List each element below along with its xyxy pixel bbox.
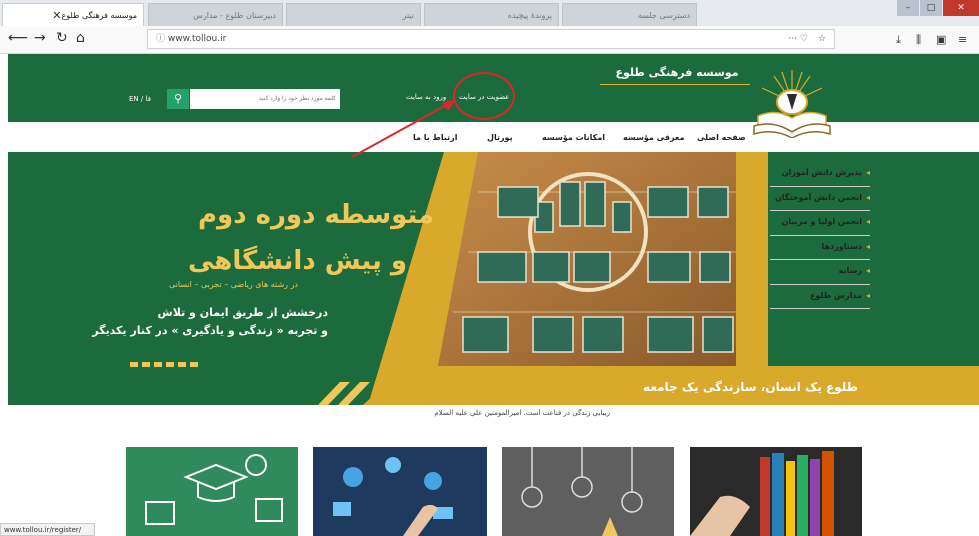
banner-headline-1: متوسطه دوره دوم bbox=[198, 200, 435, 230]
forward-icon[interactable]: → bbox=[34, 30, 46, 46]
side-menu-label: انجمن دانش آموختگان bbox=[774, 192, 862, 202]
quote-caption: زیبایی زندگی در قناعت است. امیرالمومنین … bbox=[434, 409, 610, 417]
address-bar[interactable]: ⓘ www.tollou.ir ··· ♡ ☆ bbox=[147, 29, 835, 49]
chevron-left-icon: ◂ bbox=[865, 192, 870, 202]
side-menu: ◂پذیرش دانش آموزان ◂انجمن دانش آموختگان … bbox=[770, 162, 870, 309]
library-icon[interactable]: ⫼ bbox=[916, 33, 921, 47]
side-menu-item[interactable]: ◂انجمن اولیا و مربیان bbox=[770, 211, 870, 236]
bookmark-star-icon[interactable]: ☆ bbox=[818, 30, 826, 48]
close-window-button[interactable]: ✕ bbox=[943, 0, 979, 16]
close-tab-icon[interactable]: ✕ bbox=[52, 9, 61, 22]
side-menu-item[interactable]: ◂دستاوردها bbox=[770, 236, 870, 260]
minimize-button[interactable]: – bbox=[897, 0, 919, 16]
browser-tab-active[interactable]: ✕ موسسه فرهنگی طلوع bbox=[2, 3, 144, 26]
highlight-circle bbox=[453, 72, 515, 120]
chevron-left-icon: ◂ bbox=[865, 241, 870, 251]
side-menu-label: دستاوردها bbox=[821, 241, 862, 251]
menu-item-portal[interactable]: پورتال bbox=[487, 133, 513, 142]
page-actions-icon[interactable]: ··· ♡ bbox=[788, 30, 808, 48]
download-icon[interactable]: ⤓ bbox=[896, 33, 901, 47]
reload-icon[interactable]: ↻ bbox=[56, 30, 68, 46]
annotation-arrow bbox=[351, 99, 456, 158]
browser-tab[interactable]: پروندهٔ پیچیده bbox=[424, 3, 559, 26]
url-text: www.tollou.ir bbox=[167, 34, 227, 44]
chevron-left-icon: ◂ bbox=[865, 217, 870, 226]
lightbulb-icon bbox=[521, 447, 643, 536]
menu-item-facilities[interactable]: امکانات مؤسسه bbox=[542, 133, 605, 142]
window-controls: – □ ✕ bbox=[896, 0, 979, 18]
side-menu-item[interactable]: ◂انجمن دانش آموختگان bbox=[770, 187, 870, 211]
tab-title: موسسه فرهنگی طلوع bbox=[61, 10, 137, 20]
banner-headline-2: و پیش دانشگاهی bbox=[188, 246, 408, 276]
banner-slogan: طلوع یک انسان، سازندگی یک جامعه bbox=[643, 380, 858, 394]
side-menu-item[interactable]: ◂رسانه bbox=[770, 260, 870, 285]
chevron-left-icon: ◂ bbox=[865, 266, 870, 275]
card-library[interactable] bbox=[690, 447, 862, 536]
card-technology[interactable] bbox=[313, 447, 487, 536]
side-menu-label: پذیرش دانش آموزان bbox=[781, 168, 862, 177]
tab-title: دبیرستان طلوع - مدارس bbox=[193, 10, 276, 20]
banner-fields: در رشته های ریاضی – تجربی – انسانی bbox=[168, 280, 298, 289]
banner-tagline-1: درخشش از طریق ایمان و تلاش bbox=[157, 306, 328, 319]
tab-title: پروندهٔ پیچیده bbox=[507, 10, 552, 20]
chevron-left-icon: ◂ bbox=[865, 168, 870, 177]
language-switch[interactable]: EN / فا bbox=[129, 95, 151, 103]
chevron-left-icon: ◂ bbox=[865, 290, 870, 300]
banner-tagline-2: و تجربه « زندگی و یادگیری » در کنار یکدی… bbox=[92, 324, 328, 337]
side-menu-item[interactable]: ◂مدارس طلوع bbox=[770, 285, 870, 309]
menu-item-about[interactable]: معرفی مؤسسه bbox=[623, 133, 684, 142]
tab-title: تیتر bbox=[402, 10, 414, 20]
books-icon bbox=[690, 451, 834, 536]
sidebar-icon[interactable]: ▣ bbox=[936, 33, 946, 46]
maximize-button[interactable]: □ bbox=[920, 0, 942, 16]
browser-tab[interactable]: دبیرستان طلوع - مدارس bbox=[148, 3, 283, 26]
search-input[interactable] bbox=[190, 89, 340, 109]
card-education[interactable] bbox=[126, 447, 298, 536]
search-button[interactable]: ⚲ bbox=[167, 89, 189, 109]
logo-book-icon[interactable] bbox=[752, 64, 832, 138]
home-icon[interactable]: ⌂ bbox=[76, 30, 85, 46]
tab-title: دسترسی جلسه bbox=[637, 10, 690, 20]
status-bar: www.tollou.ir/register/ bbox=[0, 523, 95, 536]
side-menu-label: مدارس طلوع bbox=[809, 290, 862, 300]
side-menu-item[interactable]: ◂پذیرش دانش آموزان bbox=[770, 162, 870, 187]
menu-item-home[interactable]: صفحه اصلی bbox=[697, 133, 746, 142]
menu-icon[interactable]: ≡ bbox=[958, 33, 967, 46]
site-name[interactable]: موسسه فرهنگی طلوع bbox=[612, 66, 742, 79]
hand-touch-icon bbox=[333, 457, 453, 536]
side-menu-label: رسانه bbox=[838, 266, 862, 275]
browser-tab[interactable]: دسترسی جلسه bbox=[562, 3, 697, 26]
title-underline bbox=[600, 84, 750, 85]
side-menu-label: انجمن اولیا و مربیان bbox=[781, 217, 862, 226]
info-icon[interactable]: ⓘ bbox=[156, 34, 165, 44]
browser-tab[interactable]: تیتر bbox=[286, 3, 421, 26]
graduation-cap-icon bbox=[145, 454, 283, 525]
search-icon: ⚲ bbox=[173, 92, 183, 105]
card-ideas[interactable] bbox=[502, 447, 674, 536]
back-icon[interactable]: ⟵ bbox=[8, 30, 28, 46]
